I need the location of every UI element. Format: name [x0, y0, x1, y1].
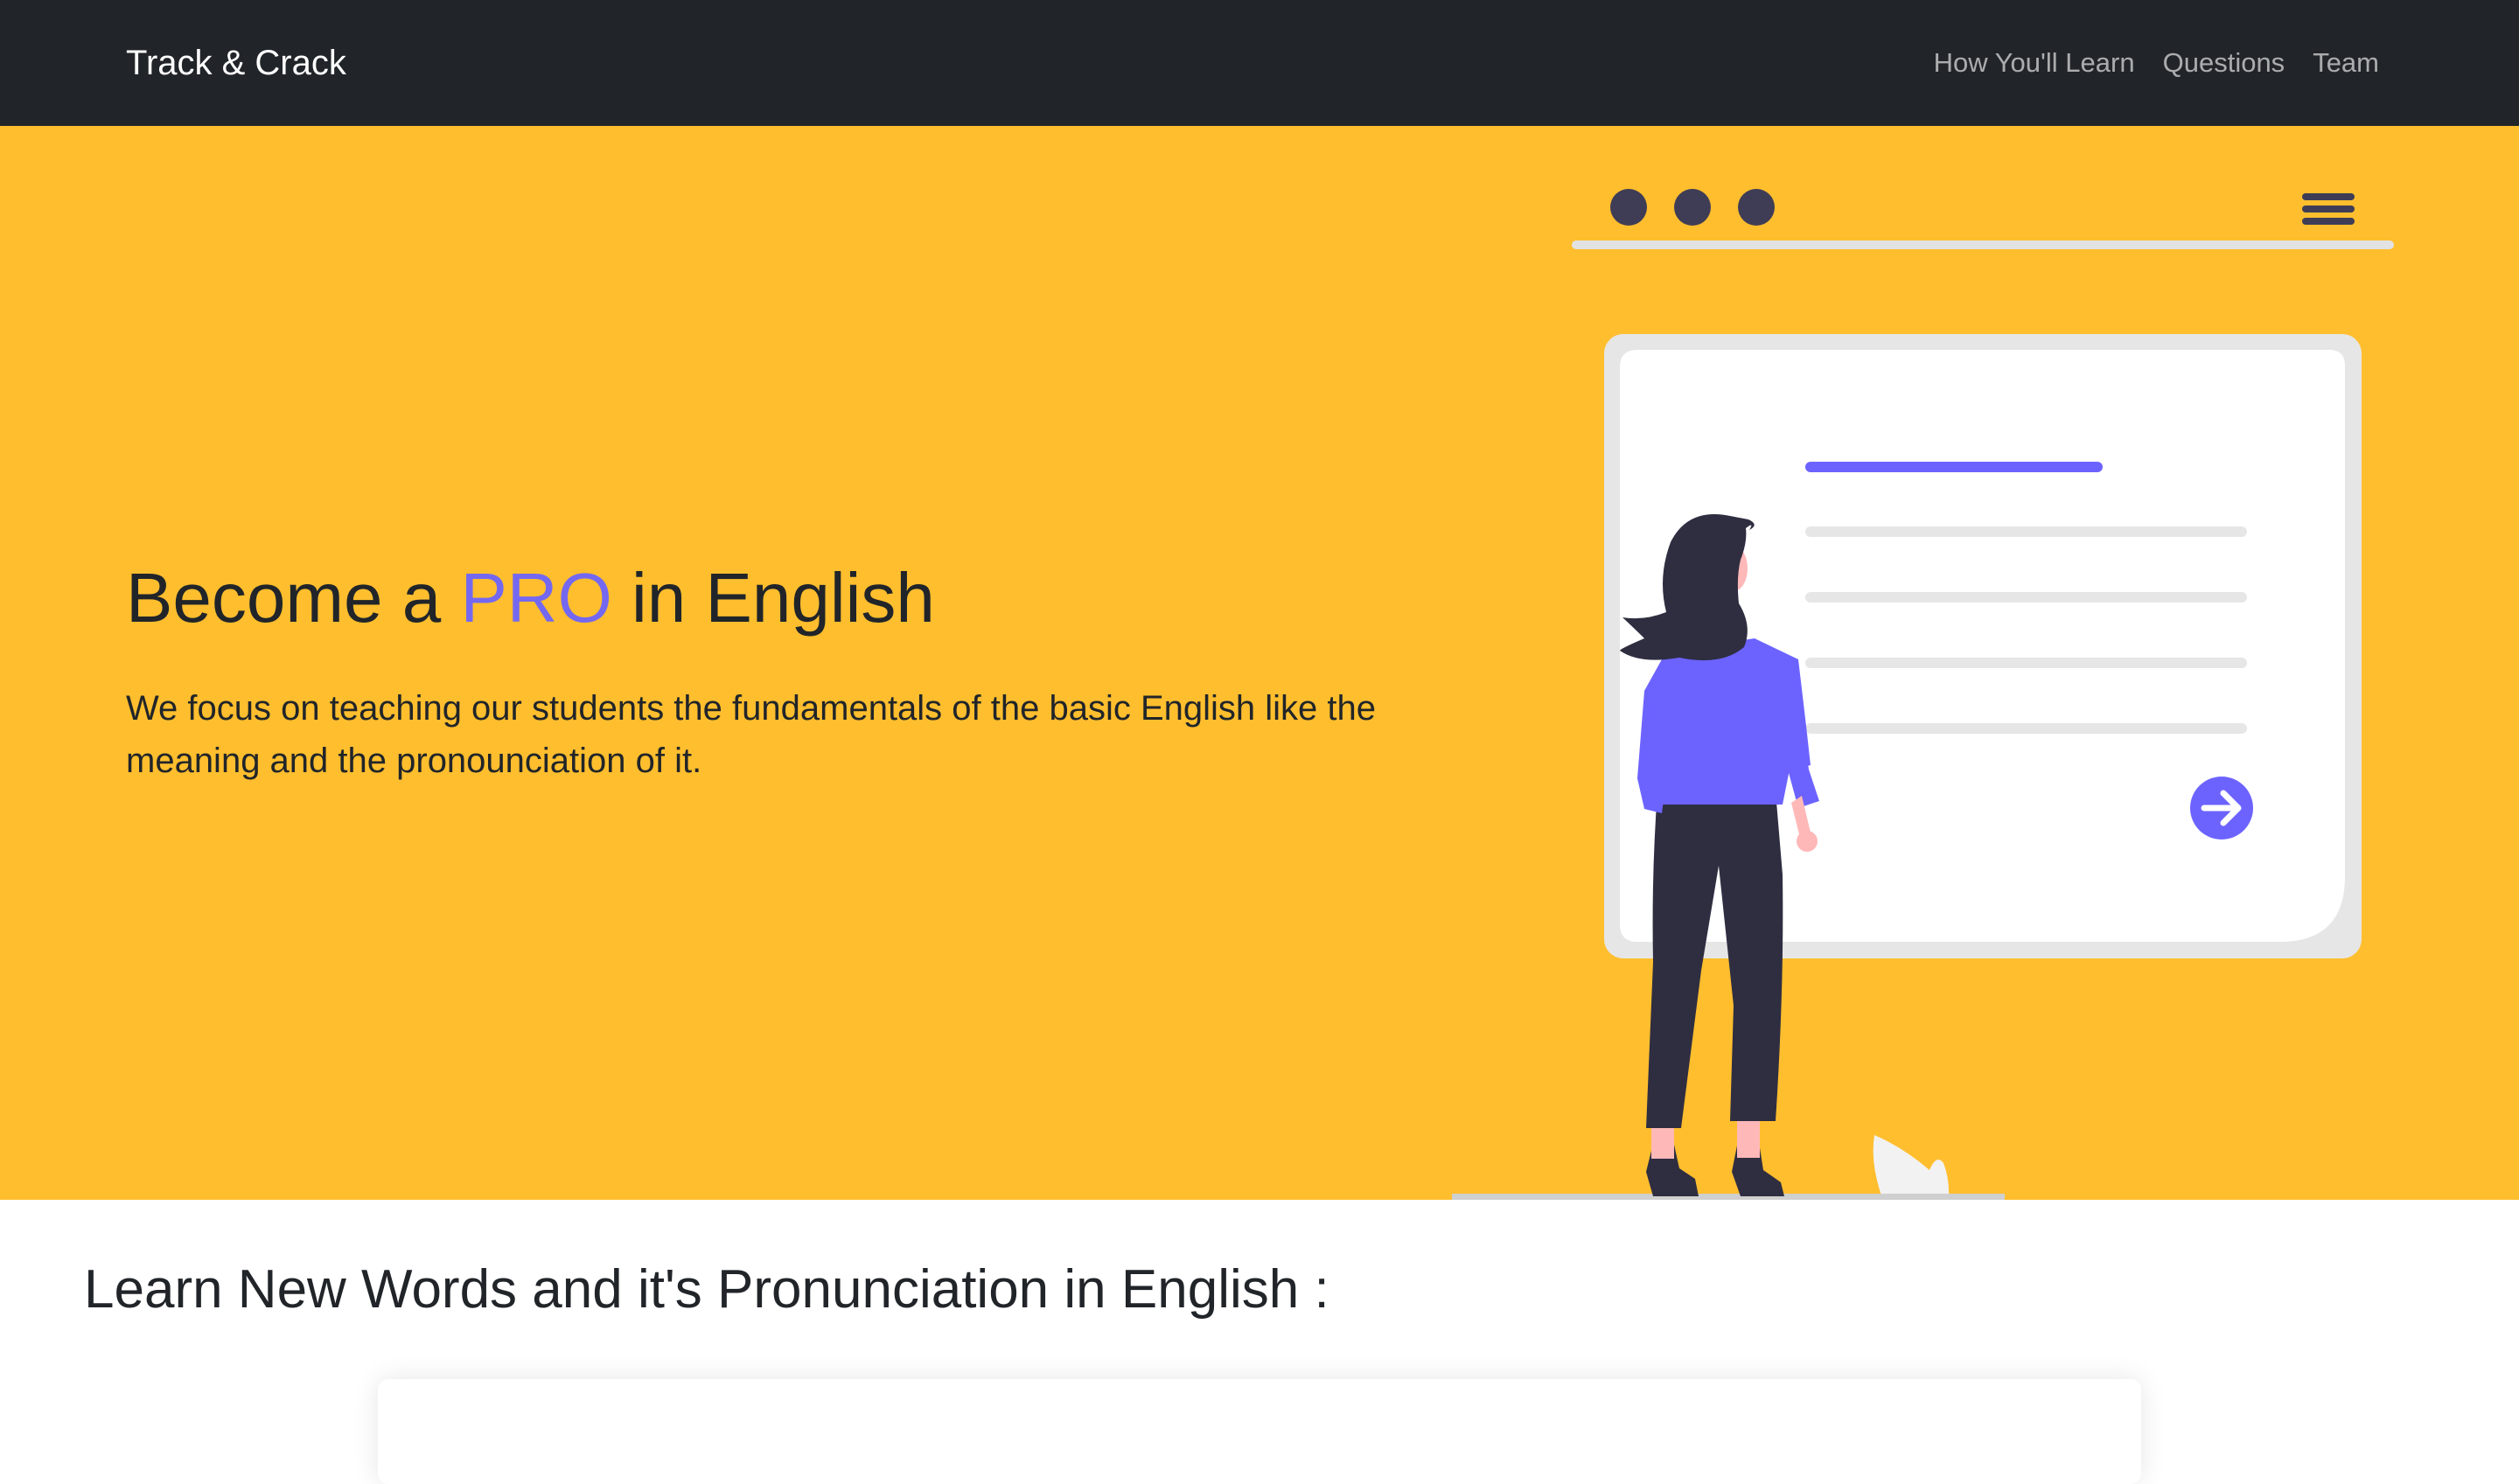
hero-title-highlight: PRO — [460, 559, 612, 637]
ground-line — [1452, 1194, 2005, 1200]
plant-leaf-icon — [1873, 1135, 1950, 1198]
learn-words-heading: Learn New Words and it's Pronunciation i… — [84, 1259, 1329, 1320]
top-navbar: Track & Crack How You'll Learn Questions… — [0, 0, 2519, 126]
illustration-text-line — [1805, 658, 2247, 668]
illustration-text-line — [1805, 526, 2247, 537]
arrow-right-circle-icon — [2190, 777, 2253, 840]
nav-link-how-youll-learn[interactable]: How You'll Learn — [1934, 42, 2135, 84]
hero-description: We focus on teaching our students the fu… — [126, 689, 1377, 780]
illustration-text-line — [1805, 723, 2247, 734]
woman-at-web-page-illustration — [1452, 189, 2394, 1200]
browser-dots-icon — [1610, 189, 1775, 226]
hero-title: Become a PRO in English — [126, 554, 935, 642]
brand-link[interactable]: Track & Crack — [126, 38, 346, 87]
illustration-text-line — [1805, 592, 2247, 603]
nav-links: How You'll Learn Questions Team — [1934, 42, 2379, 84]
nav-link-team[interactable]: Team — [2313, 42, 2379, 84]
word-card — [378, 1379, 2141, 1484]
hamburger-menu-icon — [2302, 193, 2355, 225]
hero-title-prefix: Become a — [126, 559, 442, 637]
browser-divider — [1572, 240, 2394, 249]
hero-title-suffix: in English — [631, 559, 935, 637]
illustration-heading-line — [1805, 462, 2103, 472]
nav-link-questions[interactable]: Questions — [2163, 42, 2285, 84]
